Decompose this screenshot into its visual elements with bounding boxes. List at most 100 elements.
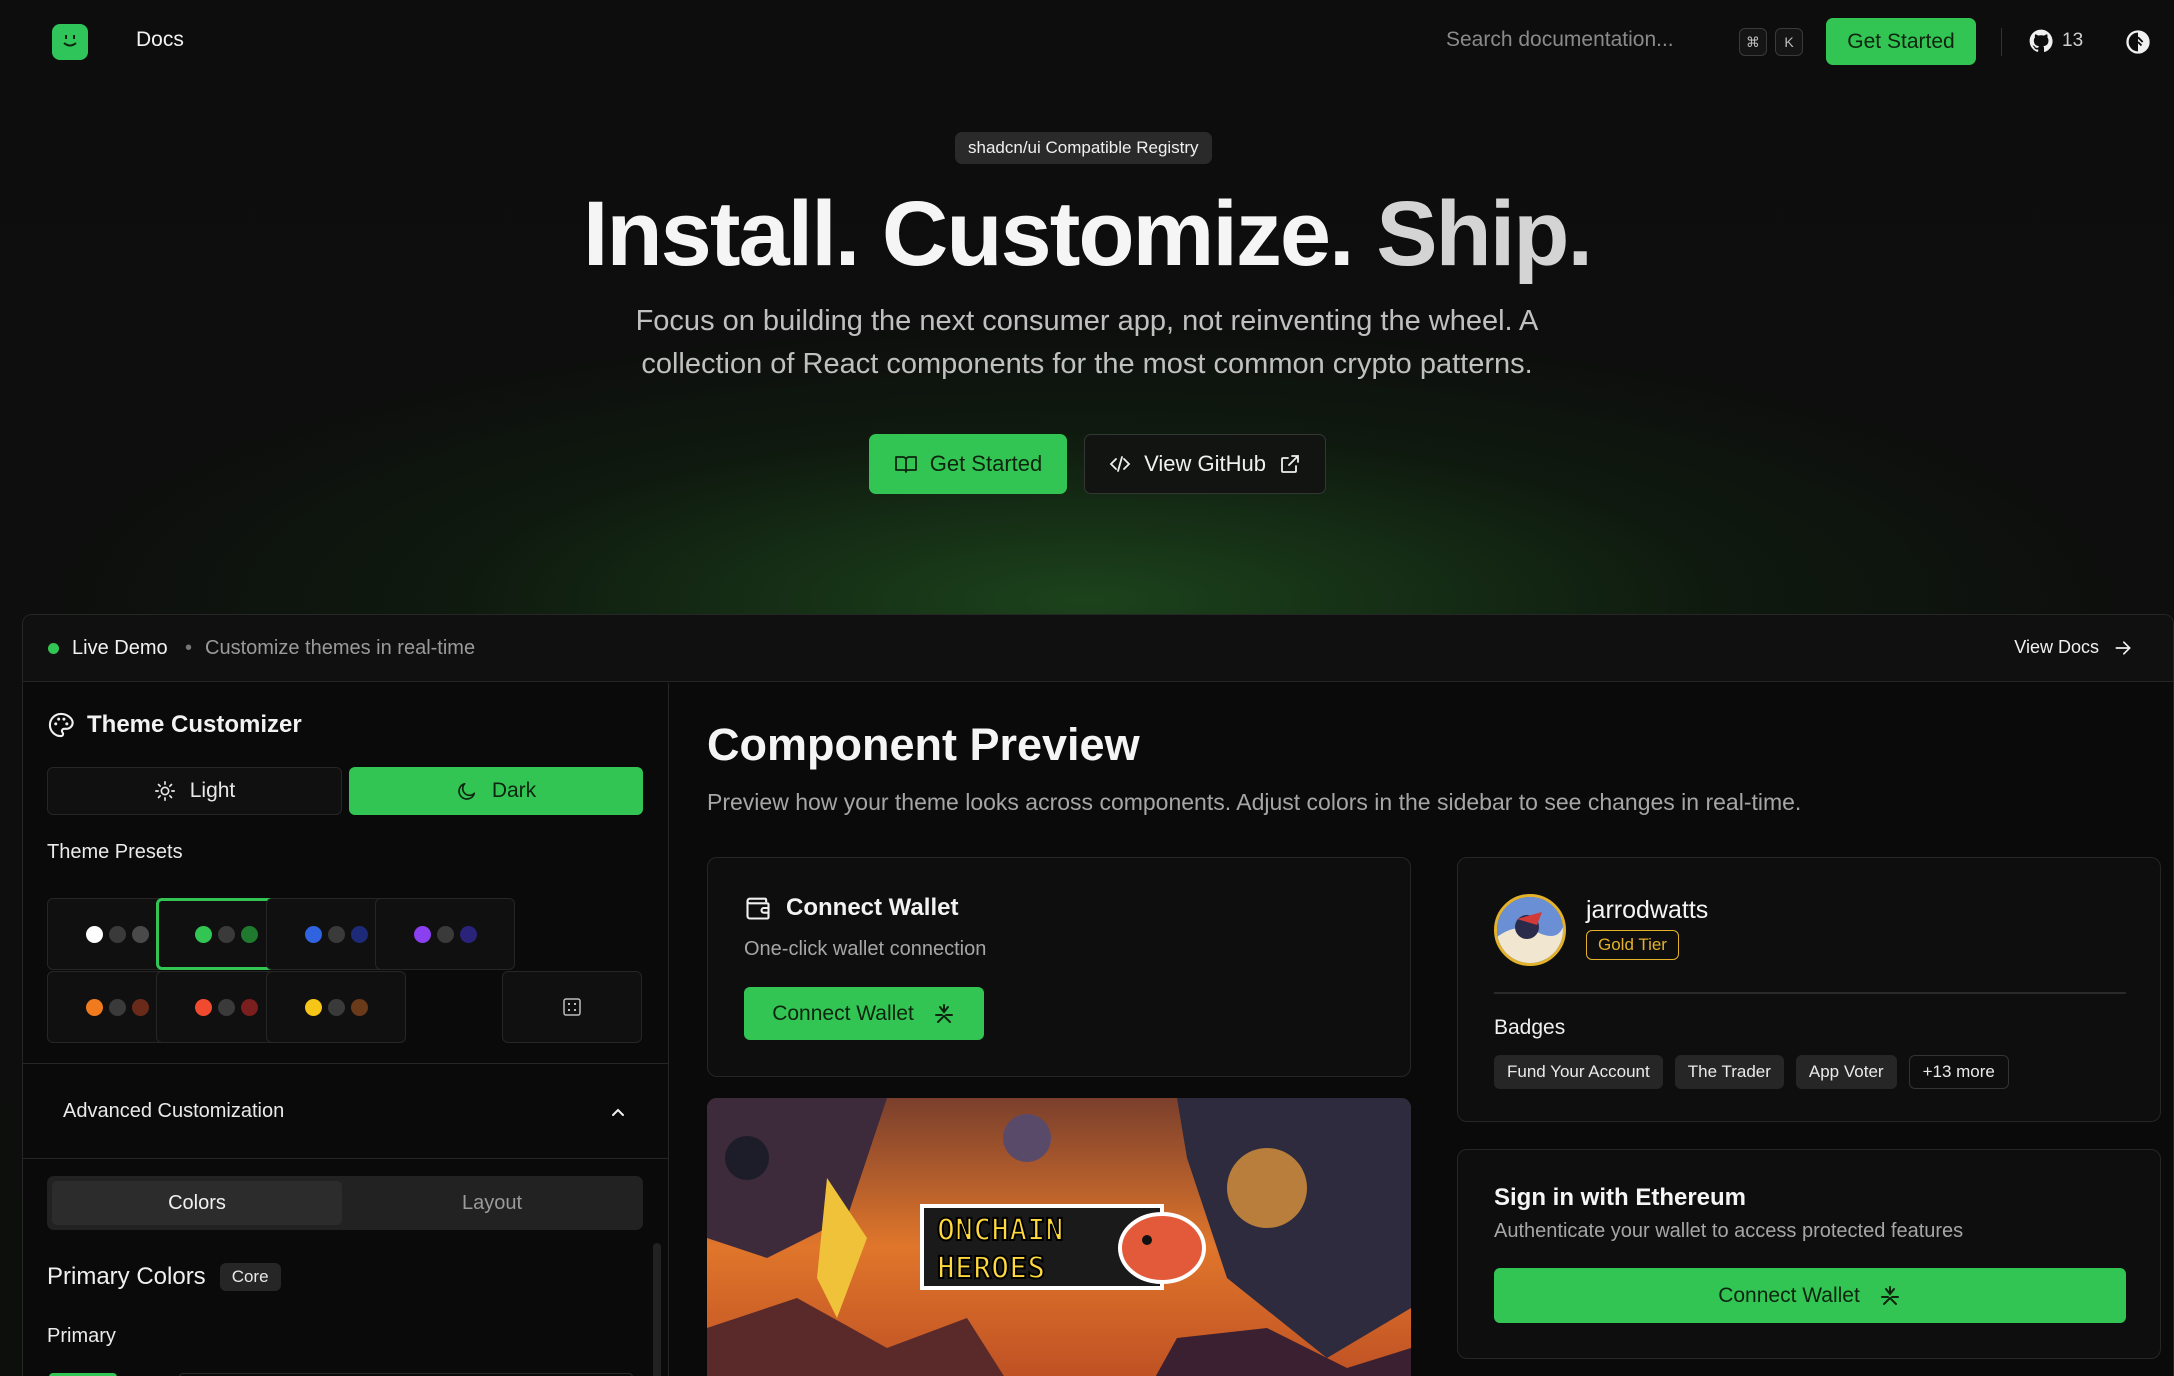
tab-layout[interactable]: Layout	[347, 1181, 637, 1225]
core-badge: Core	[219, 1263, 281, 1291]
preset-color-dot	[240, 925, 258, 943]
github-link[interactable]: 13	[2028, 28, 2083, 54]
theme-presets-label: Theme Presets	[47, 841, 183, 863]
github-icon	[2029, 29, 2053, 52]
palette-icon	[48, 712, 74, 738]
badge-item: App Voter	[1795, 1055, 1897, 1089]
preset-color-dot	[436, 925, 454, 943]
primary-colors-title: Primary Colors	[47, 1263, 206, 1290]
preset-color-dot	[194, 998, 212, 1016]
theme-customizer-sidebar: Theme Customizer Light Dark Theme Preset…	[23, 683, 669, 1376]
customization-tabs: Colors Layout	[47, 1176, 643, 1230]
profile-divider	[1494, 992, 2126, 994]
github-stars: 13	[2062, 30, 2084, 51]
light-mode-button[interactable]: Light	[47, 767, 342, 815]
banner-line1: ONCHAIN	[937, 1213, 1063, 1248]
logo[interactable]	[52, 24, 88, 60]
live-demo-separator: •	[185, 637, 193, 659]
dark-mode-button[interactable]: Dark	[349, 767, 643, 815]
hero-title-part1: Install. Customize.	[582, 183, 1355, 285]
book-icon	[894, 456, 917, 473]
badge-item: The Trader	[1674, 1055, 1784, 1089]
preset-color-dot	[350, 925, 368, 943]
preset-color-dot	[327, 925, 345, 943]
theme-customizer-title: Theme Customizer	[47, 711, 302, 739]
theme-customizer-label: Theme Customizer	[87, 711, 302, 738]
sidebar-scrollbar[interactable]	[653, 1243, 661, 1376]
preset-color-dot	[304, 925, 322, 943]
avatar[interactable]	[1494, 894, 1566, 966]
preset-color-dot	[217, 998, 235, 1016]
theme-preset-4[interactable]	[375, 898, 515, 970]
code-icon	[1109, 456, 1131, 472]
siwe-subtitle: Authenticate your wallet to access prote…	[1494, 1220, 1964, 1242]
search-input[interactable]: Search documentation...	[1446, 28, 1706, 52]
preset-color-dot	[108, 925, 126, 943]
nav-divider	[2001, 28, 2002, 56]
primary-color-label: Primary	[47, 1325, 116, 1347]
registry-badge: shadcn/ui Compatible Registry	[955, 132, 1212, 164]
nav-get-started-button[interactable]: Get Started	[1826, 18, 1976, 65]
kbd-cmd: ⌘	[1739, 28, 1767, 56]
preset-color-dot	[108, 998, 126, 1016]
preset-color-dot	[217, 925, 235, 943]
connect-wallet-subtitle: One-click wallet connection	[744, 938, 987, 960]
connect-wallet-card: Connect Wallet One-click wallet connecti…	[707, 857, 1411, 1077]
badges-label: Badges	[1494, 1016, 1566, 1039]
live-demo-panel: Live Demo • Customize themes in real-tim…	[22, 614, 2174, 1376]
siwe-title: Sign in with Ethereum	[1494, 1184, 1747, 1211]
light-mode-label: Light	[189, 779, 236, 802]
connect-wallet-title: Connect Wallet	[786, 894, 959, 921]
hero-subtitle: Focus on building the next consumer app,…	[635, 305, 1539, 380]
demo-header: Live Demo • Customize themes in real-tim…	[23, 615, 2173, 682]
advanced-customization-label: Advanced Customization	[63, 1100, 285, 1122]
connect-wallet-button[interactable]: Connect Wallet	[744, 987, 984, 1040]
arrow-right-icon	[2115, 640, 2131, 655]
preset-color-dot	[240, 998, 258, 1016]
view-docs-label: View Docs	[2014, 637, 2099, 657]
custom-preset-button[interactable]	[502, 971, 642, 1043]
view-docs-link[interactable]: View Docs	[2014, 637, 2133, 658]
avatar-image	[1497, 897, 1563, 963]
onchain-heroes-artwork: ONCHAIN HEROES	[707, 1098, 1411, 1376]
preset-color-dot	[304, 998, 322, 1016]
chevron-up-icon	[612, 1108, 624, 1116]
badge-item: Fund Your Account	[1494, 1055, 1663, 1089]
page: Docs Search documentation... ⌘ K Get Sta…	[0, 0, 2174, 1376]
profile-card: jarrodwatts Gold Tier Badges Fund Your A…	[1457, 857, 2161, 1122]
hero-get-started-label: Get Started	[929, 451, 1043, 476]
theme-toggle-icon[interactable]	[2124, 28, 2152, 56]
primary-colors-heading: Primary Colors Core	[47, 1263, 281, 1291]
preset-color-dot	[350, 998, 368, 1016]
theme-preset-7[interactable]	[266, 971, 406, 1043]
abstract-logo-icon	[934, 1003, 953, 1023]
smiley-logo-icon	[63, 35, 77, 47]
tab-colors[interactable]: Colors	[52, 1181, 342, 1225]
custom-grid-icon	[563, 998, 581, 1016]
more-badges[interactable]: +13 more	[1908, 1055, 2009, 1089]
tier-badge: Gold Tier	[1586, 930, 1679, 960]
sun-icon	[154, 781, 175, 801]
view-github-label: View GitHub	[1144, 451, 1266, 476]
preset-color-dot	[131, 998, 149, 1016]
hero-get-started-button[interactable]: Get Started	[869, 434, 1067, 494]
badges-list: Fund Your Account The Trader App Voter +…	[1494, 1055, 2009, 1089]
moon-icon	[458, 782, 475, 800]
preset-color-dot	[85, 998, 103, 1016]
view-github-button[interactable]: View GitHub	[1084, 434, 1326, 494]
nav-docs-link[interactable]: Docs	[136, 28, 184, 52]
live-demo-label: Live Demo	[72, 637, 168, 659]
siwe-connect-wallet-button[interactable]: Connect Wallet	[1494, 1268, 2126, 1323]
component-preview-title: Component Preview	[707, 719, 1140, 770]
siwe-button-label: Connect Wallet	[1718, 1283, 1860, 1307]
banner-line2: HEROES	[937, 1251, 1045, 1286]
onchain-heroes-banner: ONCHAIN HEROES	[707, 1098, 1411, 1376]
hero-title: Install. Customize. Ship.	[0, 182, 2174, 287]
kbd-k: K	[1775, 28, 1803, 56]
advanced-customization-toggle[interactable]: Advanced Customization	[23, 1063, 668, 1159]
preset-color-dot	[327, 998, 345, 1016]
live-demo-subtitle: Customize themes in real-time	[205, 637, 476, 659]
live-indicator-dot	[48, 643, 59, 654]
connect-wallet-button-label: Connect Wallet	[772, 1001, 914, 1025]
external-link-icon	[1281, 455, 1299, 473]
